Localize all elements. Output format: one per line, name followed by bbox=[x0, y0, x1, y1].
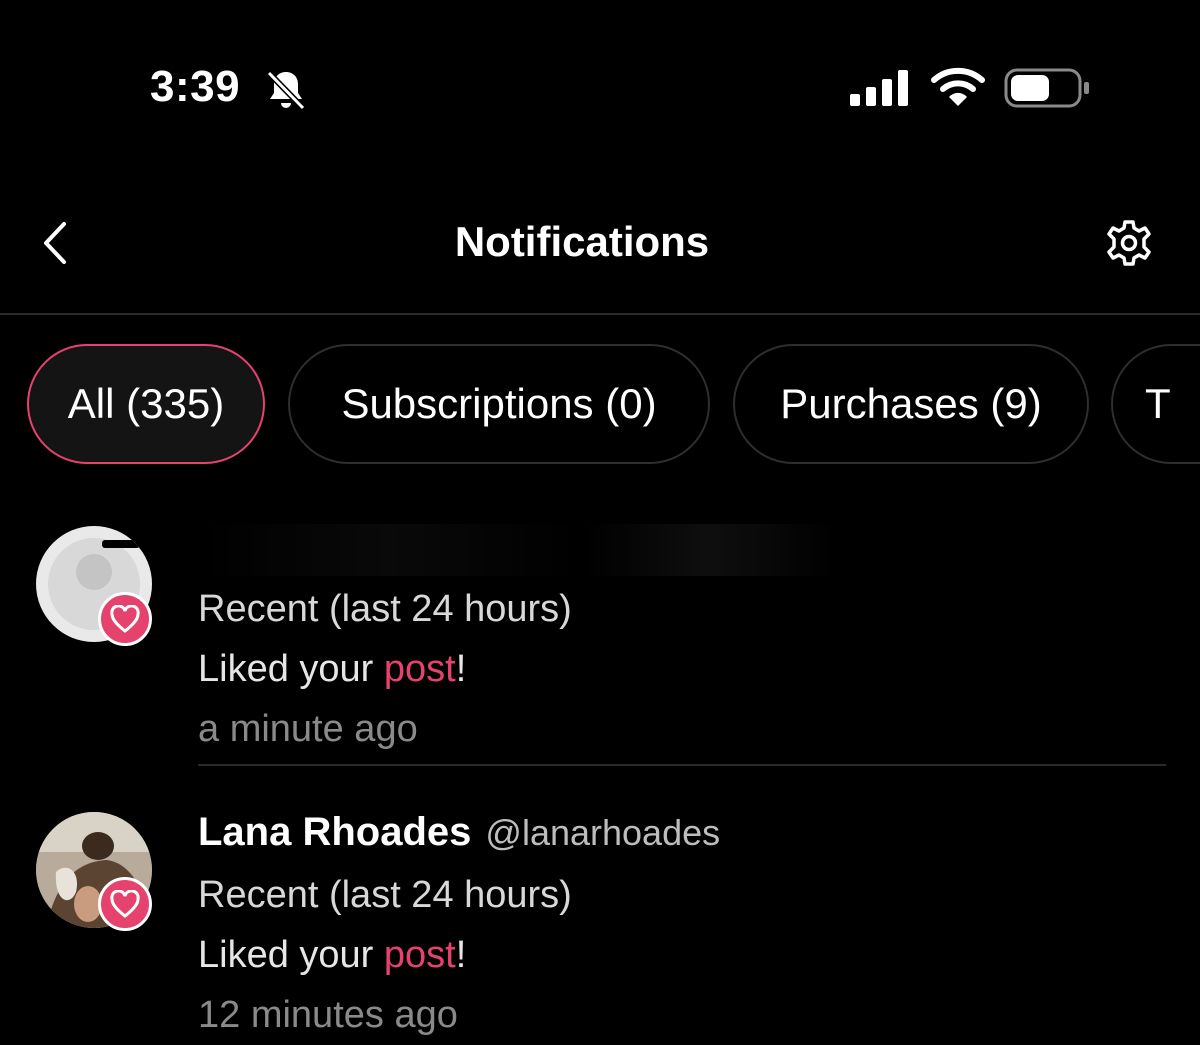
header-divider bbox=[0, 313, 1200, 315]
redacted-username bbox=[198, 524, 838, 576]
user-name[interactable]: Lana Rhoades bbox=[198, 810, 471, 854]
notification-time: a minute ago bbox=[198, 708, 418, 750]
page-title: Notifications bbox=[454, 218, 710, 265]
wifi-icon bbox=[931, 67, 985, 106]
notification-action: Liked your post! bbox=[198, 934, 466, 977]
notification-action: Liked your post! bbox=[198, 648, 466, 691]
gear-icon[interactable] bbox=[1104, 218, 1154, 268]
action-suffix: ! bbox=[455, 934, 467, 976]
tab-subscriptions[interactable]: Subscriptions (0) bbox=[288, 344, 710, 464]
bell-slash-icon bbox=[266, 70, 306, 111]
notification-period: Recent (last 24 hours) bbox=[198, 874, 572, 916]
action-text: Liked your bbox=[198, 934, 384, 976]
heart-icon bbox=[110, 890, 140, 918]
post-link[interactable]: post bbox=[384, 648, 456, 690]
notification-user: Lana Rhoades @lanarhoades bbox=[198, 810, 720, 855]
tab-purchases[interactable]: Purchases (9) bbox=[733, 344, 1089, 464]
notification-period: Recent (last 24 hours) bbox=[198, 588, 572, 630]
heart-icon bbox=[110, 605, 140, 633]
status-time: 3:39 bbox=[150, 62, 241, 111]
tab-partial[interactable]: T bbox=[1111, 344, 1200, 464]
notification-time: 12 minutes ago bbox=[198, 994, 458, 1036]
signal-icon bbox=[850, 70, 908, 106]
heart-badge bbox=[98, 592, 152, 646]
heart-badge bbox=[98, 877, 152, 931]
user-handle[interactable]: @lanarhoades bbox=[485, 812, 720, 853]
post-link[interactable]: post bbox=[384, 934, 456, 976]
action-text: Liked your bbox=[198, 648, 384, 690]
action-suffix: ! bbox=[455, 648, 467, 690]
battery-icon bbox=[1004, 68, 1089, 108]
tab-all[interactable]: All (335) bbox=[27, 344, 265, 464]
notifications-screen: 3:39 Notifications All (335) Subscriptio… bbox=[0, 0, 1200, 1045]
row-divider bbox=[198, 764, 1166, 766]
